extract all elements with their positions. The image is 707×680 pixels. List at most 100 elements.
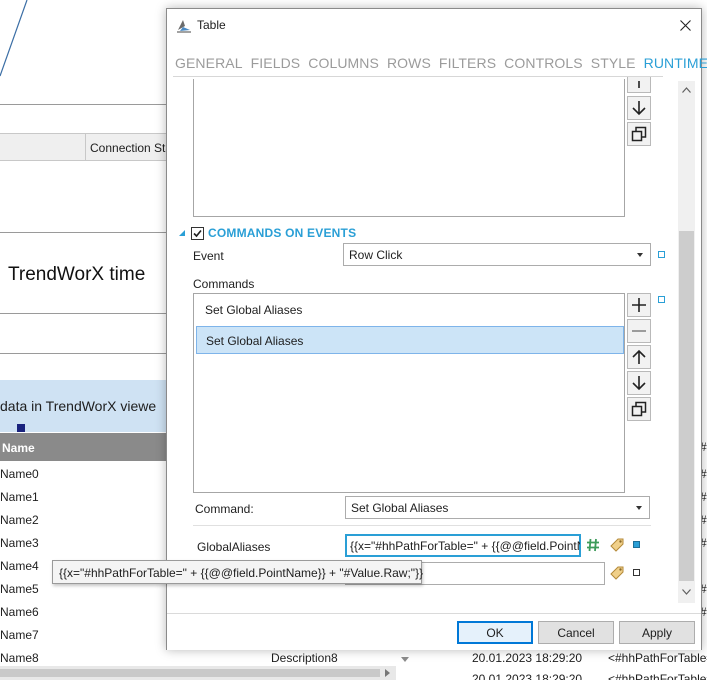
content-scrollbar[interactable] bbox=[678, 81, 695, 603]
list-item-label: Set Global Aliases bbox=[205, 303, 303, 317]
tab-underline bbox=[173, 76, 663, 77]
tab-style[interactable]: STYLE bbox=[591, 55, 636, 75]
event-value: Row Click bbox=[349, 248, 403, 262]
list-item-selected[interactable]: Set Global Aliases bbox=[196, 326, 624, 354]
commands-list[interactable]: Set Global Aliases Set Global Aliases bbox=[193, 293, 625, 493]
plus-icon bbox=[632, 298, 646, 312]
column-separator bbox=[85, 134, 86, 160]
table-row-name[interactable]: Name4 bbox=[0, 559, 39, 573]
remove-command-button[interactable] bbox=[627, 319, 651, 343]
move-down-button[interactable] bbox=[627, 96, 651, 120]
table-cell-description: Description8 bbox=[271, 651, 338, 665]
event-dropdown[interactable]: Row Click bbox=[343, 243, 651, 266]
connection-status-label: Connection Sta bbox=[90, 141, 173, 155]
chevron-down-icon bbox=[637, 253, 643, 257]
table-row-name[interactable]: Name8 bbox=[0, 651, 39, 665]
divider-line bbox=[193, 525, 651, 526]
table-row-name[interactable]: Name5 bbox=[0, 582, 39, 596]
scrollbar-thumb[interactable] bbox=[679, 231, 694, 581]
dialog-titlebar[interactable]: Table bbox=[167, 9, 701, 41]
commands-label: Commands bbox=[193, 277, 255, 291]
list-item[interactable]: Set Global Aliases bbox=[196, 296, 624, 324]
table-cell-date: 20.01.2023 18:29:20 bbox=[472, 672, 583, 680]
global-aliases-input[interactable]: {{x="#hhPathForTable=" + {{@@field.Point… bbox=[345, 534, 581, 557]
arrow-down-icon bbox=[632, 376, 646, 391]
ok-button[interactable]: OK bbox=[457, 621, 533, 644]
arrow-up-icon bbox=[632, 349, 646, 364]
table-cell-expression: <#hhPathForTable# bbox=[608, 651, 707, 665]
upper-list[interactable] bbox=[193, 79, 625, 217]
copy-icon bbox=[631, 126, 647, 142]
dialog-footer: OK Cancel Apply bbox=[167, 613, 701, 650]
table-row-name[interactable]: Name3 bbox=[0, 536, 39, 550]
trendworx-title: TrendWorX time bbox=[8, 264, 146, 285]
move-up-button[interactable] bbox=[627, 345, 651, 369]
event-label: Event bbox=[193, 249, 224, 263]
table-row-name[interactable]: Name1 bbox=[0, 490, 39, 504]
chevron-down-icon[interactable] bbox=[398, 652, 412, 666]
divider-line bbox=[0, 313, 168, 314]
tab-rows[interactable]: ROWS bbox=[387, 55, 431, 75]
marker-square bbox=[17, 424, 25, 432]
commands-on-events-header[interactable]: COMMANDS ON EVENTS bbox=[179, 225, 356, 241]
binding-indicator-icon[interactable] bbox=[633, 541, 640, 548]
chevron-down-icon bbox=[636, 506, 642, 510]
arrow-up-icon bbox=[638, 80, 640, 88]
tab-filters[interactable]: FILTERS bbox=[439, 55, 496, 75]
info-band-text: data in TrendWorX viewe bbox=[0, 398, 157, 414]
divider-line bbox=[0, 104, 168, 105]
name-header-label: Name bbox=[2, 441, 35, 455]
tab-runtime[interactable]: RUNTIME bbox=[644, 55, 707, 75]
global-aliases-value: {{x="#hhPathForTable=" + {{@@field.Point… bbox=[350, 539, 581, 553]
table-row-name[interactable]: Name2 bbox=[0, 513, 39, 527]
command-dropdown[interactable]: Set Global Aliases bbox=[345, 496, 650, 519]
scroll-up-icon[interactable] bbox=[682, 87, 691, 93]
move-up-button[interactable] bbox=[627, 77, 651, 93]
close-icon bbox=[679, 19, 691, 31]
tab-columns[interactable]: COLUMNS bbox=[308, 55, 379, 75]
binding-indicator-icon[interactable] bbox=[658, 251, 665, 258]
commands-on-events-checkbox[interactable] bbox=[191, 226, 204, 240]
tag-icon[interactable] bbox=[609, 537, 625, 553]
table-dialog: Table GENERAL FIELDS COLUMNS ROWS FILTER… bbox=[166, 8, 707, 650]
table-cell-date: 20.01.2023 18:29:20 bbox=[472, 651, 583, 665]
table-row-name[interactable]: Name0 bbox=[0, 467, 39, 481]
horizontal-scrollbar[interactable] bbox=[0, 666, 396, 680]
table-cell-expression: <#hhPathForTable# bbox=[608, 672, 707, 680]
move-down-button[interactable] bbox=[627, 371, 651, 395]
binding-indicator-icon[interactable] bbox=[633, 569, 640, 576]
table-app-icon bbox=[177, 20, 191, 33]
tab-bar: GENERAL FIELDS COLUMNS ROWS FILTERS CONT… bbox=[175, 55, 707, 75]
tag-icon[interactable] bbox=[609, 565, 625, 581]
global-aliases-label: GlobalAliases bbox=[197, 540, 271, 554]
list-item-label: Set Global Aliases bbox=[206, 334, 304, 348]
close-button[interactable] bbox=[673, 15, 697, 35]
name-column-header[interactable]: Name bbox=[0, 433, 168, 461]
chart-trend-line bbox=[0, 0, 28, 77]
binding-indicator-icon[interactable] bbox=[658, 296, 665, 303]
divider-line bbox=[0, 353, 168, 354]
scroll-right-icon[interactable] bbox=[385, 669, 390, 677]
copy-button[interactable] bbox=[627, 397, 651, 421]
table-row-name[interactable]: Name6 bbox=[0, 605, 39, 619]
tab-fields[interactable]: FIELDS bbox=[251, 55, 301, 75]
section-label: COMMANDS ON EVENTS bbox=[208, 226, 357, 240]
copy-icon bbox=[631, 401, 647, 417]
collapse-triangle-icon[interactable] bbox=[179, 230, 185, 236]
table-row-name[interactable]: Name7 bbox=[0, 628, 39, 642]
cancel-button[interactable]: Cancel bbox=[538, 621, 614, 644]
checkmark-icon bbox=[193, 229, 202, 237]
tab-general[interactable]: GENERAL bbox=[175, 55, 243, 75]
command-value: Set Global Aliases bbox=[351, 501, 449, 515]
scroll-down-icon[interactable] bbox=[682, 589, 691, 595]
connection-status-header: Connection Sta bbox=[0, 133, 173, 161]
copy-button[interactable] bbox=[627, 122, 651, 146]
dialog-title: Table bbox=[197, 18, 226, 32]
tab-controls[interactable]: CONTROLS bbox=[504, 55, 583, 75]
divider-line bbox=[0, 232, 168, 233]
add-command-button[interactable] bbox=[627, 293, 651, 317]
scrollbar-thumb[interactable] bbox=[0, 669, 380, 677]
apply-button[interactable]: Apply bbox=[619, 621, 695, 644]
hash-icon[interactable] bbox=[585, 537, 601, 553]
arrow-down-icon bbox=[632, 101, 646, 116]
